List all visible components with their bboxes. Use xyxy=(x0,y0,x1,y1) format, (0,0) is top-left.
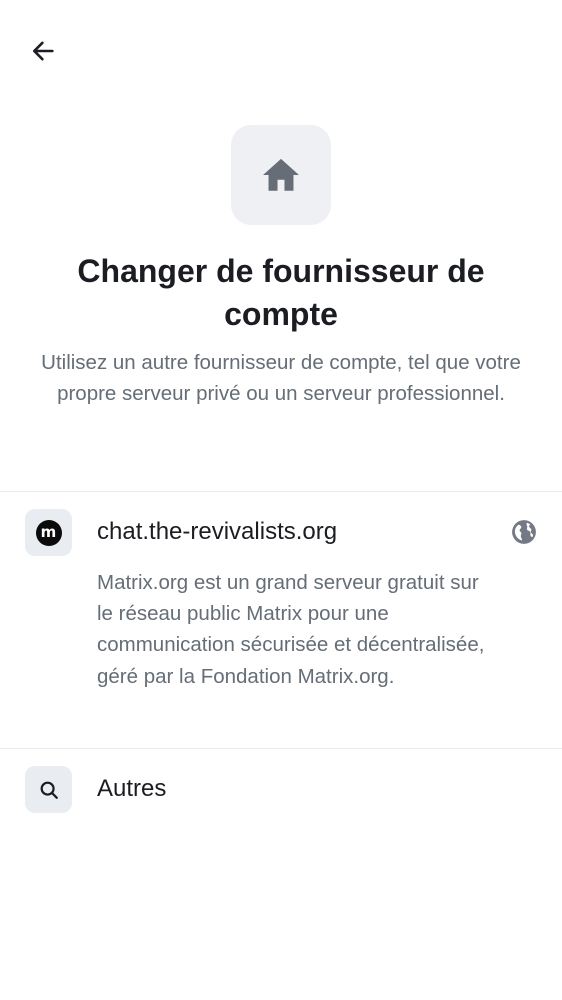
server-description: Matrix.org est un grand serveur gratuit … xyxy=(97,571,485,688)
page-subtitle: Utilisez un autre fournisseur de compte,… xyxy=(41,351,521,405)
server-name: chat.the-revivalists.org xyxy=(97,518,338,545)
hero-icon-tile xyxy=(231,125,331,225)
search-icon xyxy=(40,781,58,799)
other-label: Autres xyxy=(97,775,167,802)
back-button[interactable] xyxy=(22,30,64,72)
home-icon xyxy=(263,158,299,191)
divider-middle xyxy=(0,748,562,749)
page-title: Changer de fournisseur de compte xyxy=(77,253,485,332)
matrix-logo-icon: m xyxy=(35,519,62,546)
globe-icon xyxy=(512,520,536,544)
divider-top xyxy=(0,491,562,492)
arrow-left-icon xyxy=(32,41,54,61)
change-account-provider-screen: Changer de fournisseur de compte Utilise… xyxy=(0,0,562,1000)
server-icon-tile: m xyxy=(25,509,72,556)
other-icon-tile xyxy=(25,766,72,813)
